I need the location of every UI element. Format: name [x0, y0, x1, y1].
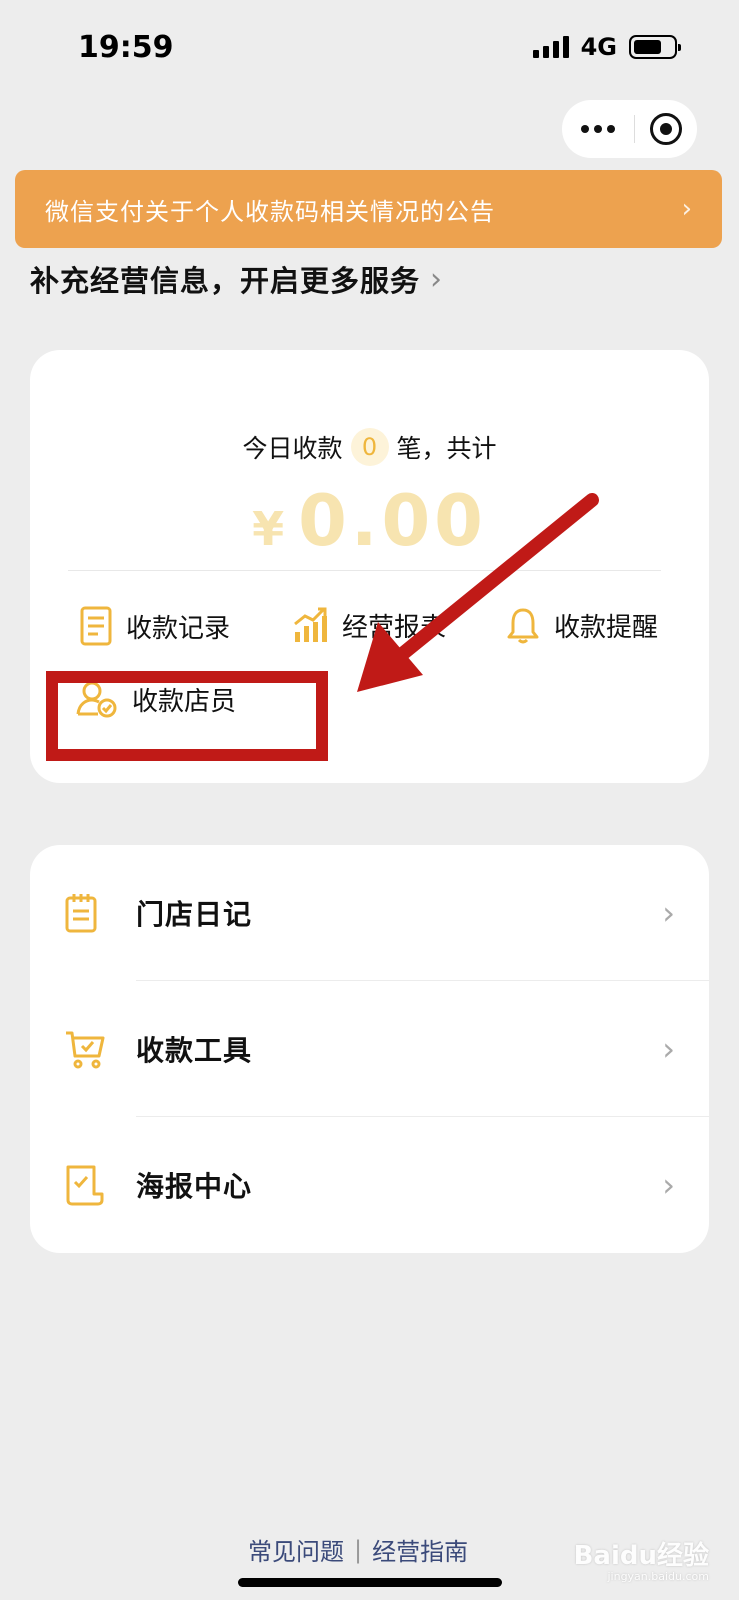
today-suffix: 笔，共计	[396, 434, 497, 463]
poster-center-label: 海报中心	[136, 1170, 253, 1203]
network-type: 4G	[580, 33, 617, 61]
footer-separator: |	[354, 1535, 363, 1564]
chevron-right-icon: ›	[662, 1030, 675, 1068]
today-count-badge: 0	[350, 428, 389, 466]
business-reports-button[interactable]: 经营报表	[292, 606, 446, 644]
payment-records-label: 收款记录	[126, 613, 231, 644]
payment-reminder-label: 收款提醒	[554, 612, 659, 643]
notepad-icon	[65, 894, 97, 933]
cart-icon	[66, 1031, 105, 1069]
payment-records-button[interactable]: 收款记录	[80, 606, 230, 646]
currency-symbol: ¥	[252, 502, 285, 556]
more-icon[interactable]	[562, 125, 634, 133]
miniprogram-capsule	[562, 100, 697, 158]
notice-text: 微信支付关于个人收款码相关情况的公告	[45, 197, 495, 226]
watermark-text: Baidu经验	[573, 1541, 709, 1571]
today-summary: 今日收款 0 笔，共计	[30, 428, 709, 466]
supplement-info-link[interactable]: 补充经营信息，开启更多服务 ›	[30, 258, 443, 300]
menu-item-poster-center[interactable]: 海报中心 ›	[30, 1117, 709, 1253]
payment-tools-label: 收款工具	[136, 1034, 253, 1067]
poster-icon	[66, 1165, 104, 1206]
chevron-right-icon: ›	[662, 894, 675, 932]
menu-card: 门店日记 › 收款工具 › 海报中心 ›	[30, 845, 709, 1253]
menu-item-payment-tools[interactable]: 收款工具 ›	[30, 981, 709, 1117]
chart-icon	[294, 607, 327, 642]
store-diary-label: 门店日记	[136, 898, 253, 931]
chevron-right-icon: ›	[662, 1166, 675, 1204]
footer-links: 常见问题 | 经营指南	[248, 1532, 468, 1567]
annotation-highlight-box	[46, 671, 328, 761]
chevron-right-icon: ›	[681, 194, 692, 224]
faq-link[interactable]: 常见问题	[248, 1532, 344, 1567]
home-indicator[interactable]	[238, 1578, 502, 1587]
menu-item-store-diary[interactable]: 门店日记 ›	[30, 845, 709, 981]
document-icon	[80, 606, 112, 646]
chevron-right-icon: ›	[430, 261, 444, 297]
business-reports-label: 经营报表	[342, 612, 447, 643]
signal-icon	[532, 36, 569, 58]
status-indicators: 4G	[532, 33, 681, 61]
baidu-watermark: Baidu经验 jingyan.baidu.com	[574, 1535, 709, 1583]
watermark-subtext: jingyan.baidu.com	[607, 1570, 709, 1583]
battery-icon	[629, 35, 681, 59]
target-icon	[650, 113, 682, 145]
close-miniprogram-button[interactable]	[635, 113, 697, 145]
today-prefix: 今日收款	[242, 434, 343, 463]
notice-banner[interactable]: 微信支付关于个人收款码相关情况的公告 ›	[15, 170, 722, 248]
payment-reminder-button[interactable]: 收款提醒	[506, 606, 658, 644]
today-amount: ¥ 0.00	[30, 480, 709, 562]
amount-value: 0.00	[298, 480, 487, 562]
business-guide-link[interactable]: 经营指南	[372, 1532, 468, 1567]
supplement-info-text: 补充经营信息，开启更多服务	[30, 264, 421, 298]
bell-icon	[507, 608, 539, 644]
status-time: 19:59	[78, 30, 174, 65]
divider	[68, 570, 661, 571]
